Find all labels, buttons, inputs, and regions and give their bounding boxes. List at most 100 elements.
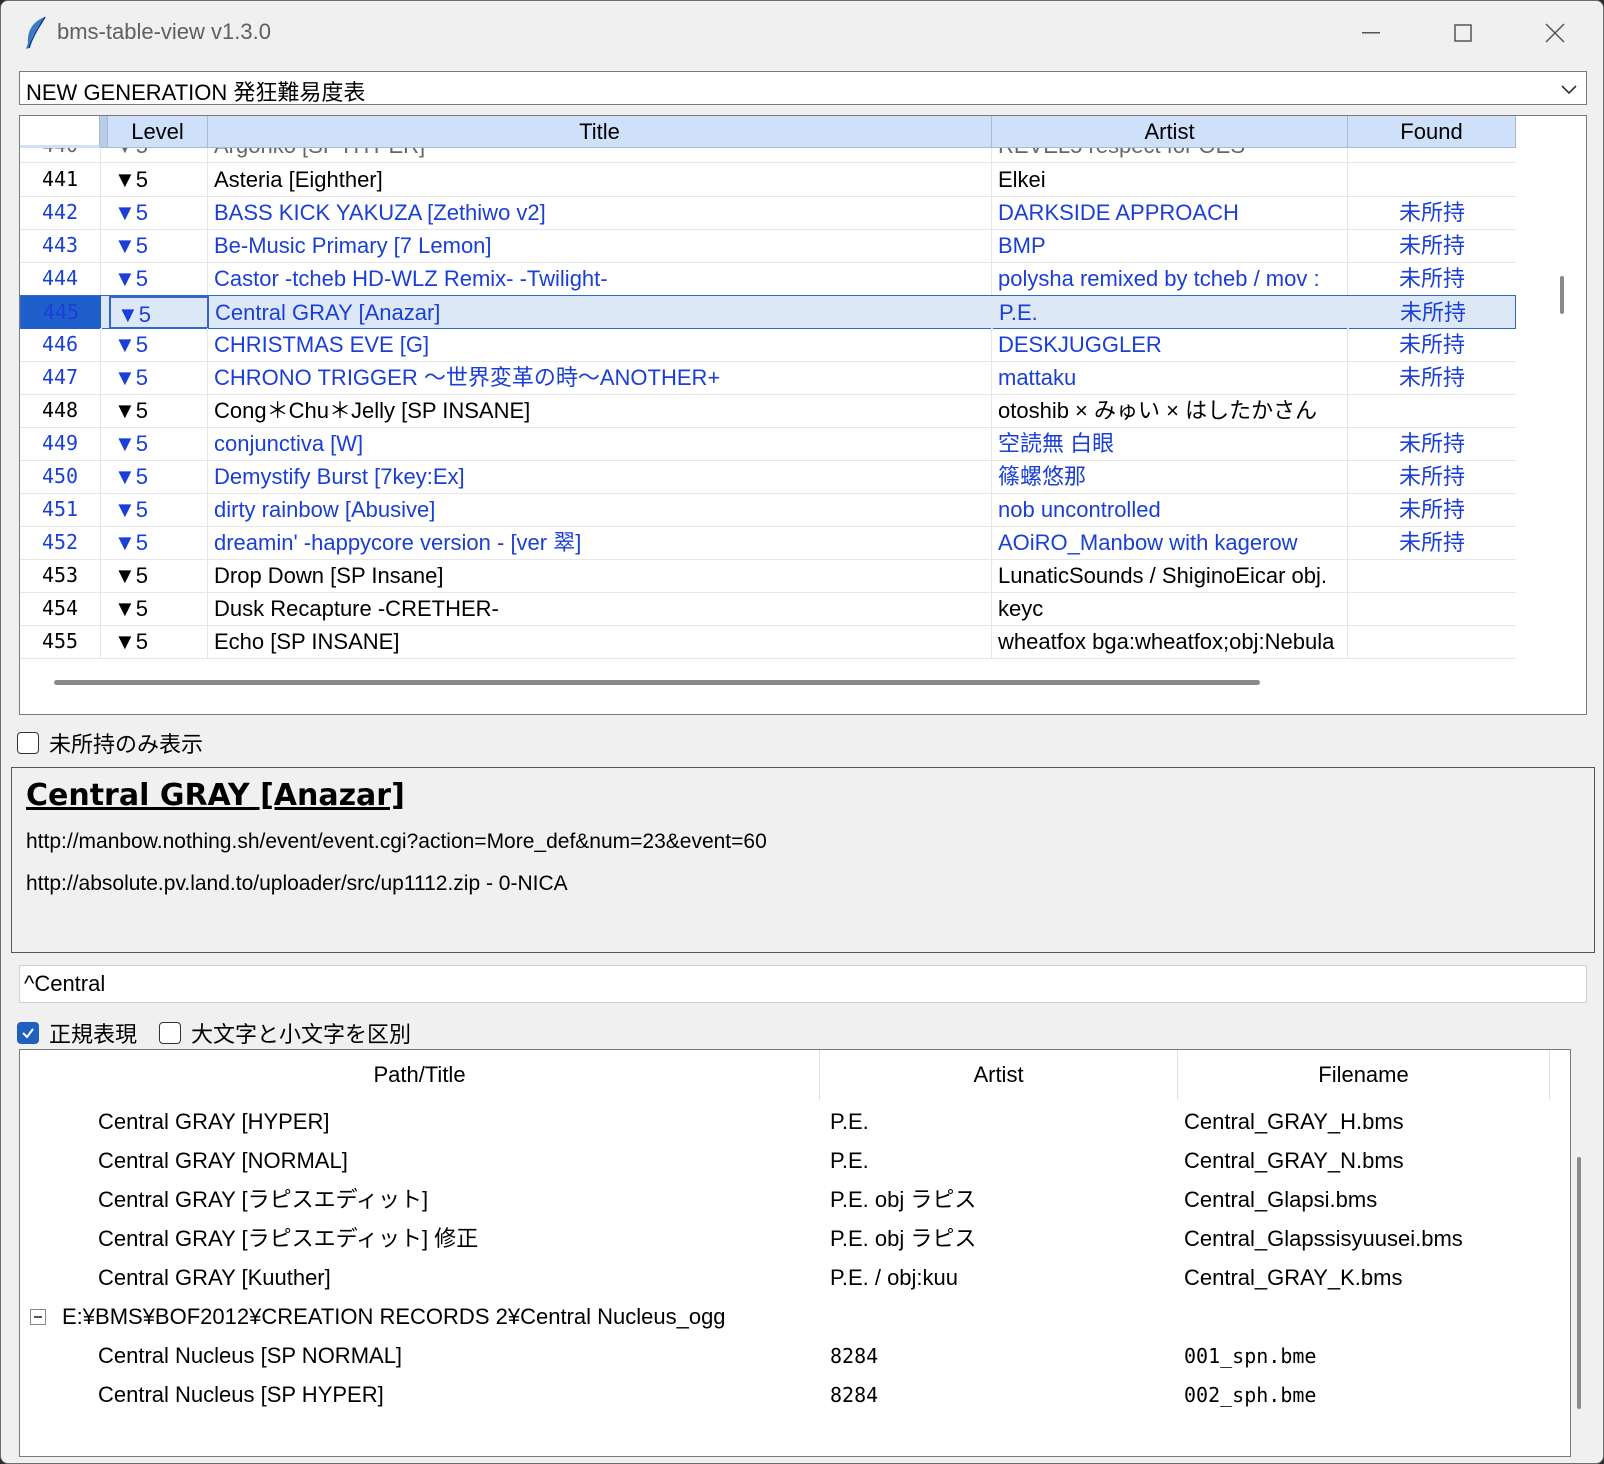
header-title[interactable]: Title [208, 116, 992, 148]
collapse-icon[interactable] [30, 1309, 46, 1325]
table-row-selected[interactable]: 445 ▼5 Central GRAY [Anazar] P.E. 未所持 [20, 295, 1516, 329]
tree-folder-row[interactable]: E:¥BMS¥BOF2012¥CREATION RECORDS 2¥Centra… [20, 1297, 1550, 1337]
row-num: 443 [20, 229, 101, 262]
difficulty-table[interactable]: Level Title Artist Found 440 ▼5 Argonko … [19, 115, 1587, 715]
row-num: 454 [20, 592, 101, 625]
tree-item-row[interactable]: Central GRAY [ラピスエディット] 修正 P.E. obj ラピス Ce… [20, 1219, 1550, 1259]
table-row[interactable]: 443 ▼5 Be-Music Primary [7 Lemon] BMP 未所持 [20, 229, 1516, 263]
table-row[interactable]: 440 ▼5 Argonko [SP HYPER] REVEL5 respect… [20, 148, 1516, 163]
row-artist: keyc [992, 592, 1348, 625]
header-filename[interactable]: Filename [1178, 1050, 1550, 1100]
row-level: ▼5 [108, 328, 208, 361]
table-row[interactable]: 450 ▼5 Demystify Burst [7key:Ex] 篠螺悠那 未所持 [20, 460, 1516, 494]
header-level[interactable]: Level [108, 116, 208, 148]
row-level: ▼5 [108, 229, 208, 262]
row-artist: REVEL5 respect for OES [992, 148, 1348, 162]
table-select[interactable]: NEW GENERATION 発狂難易度表 [19, 71, 1587, 105]
unowned-only-toggle[interactable]: 未所持のみ表示 [17, 727, 203, 759]
row-level: ▼5 [108, 592, 208, 625]
regex-checkbox[interactable] [17, 1022, 39, 1044]
row-found: 未所持 [1348, 526, 1516, 559]
header-path-title[interactable]: Path/Title [20, 1050, 820, 1100]
table-row[interactable]: 453 ▼5 Drop Down [SP Insane] LunaticSounds … [20, 559, 1516, 593]
title-bar[interactable]: bms-table-view v1.3.0 [1, 1, 1603, 65]
row-found: 未所持 [1348, 196, 1516, 229]
unowned-only-checkbox[interactable] [17, 732, 39, 754]
detail-link-2[interactable]: http://absolute.pv.land.to/uploader/src/… [26, 872, 568, 896]
row-title: Argonko [SP HYPER] [208, 148, 992, 162]
row-level: ▼5 [108, 262, 208, 295]
table-select-value: NEW GENERATION 発狂難易度表 [26, 80, 366, 105]
results-tree[interactable]: Path/Title Artist Filename Central GRAY … [19, 1049, 1571, 1457]
tree-row-filename: 001_spn.bme [1184, 1344, 1317, 1368]
row-title: Central GRAY [Anazar] [209, 296, 993, 329]
row-level: ▼5 [108, 394, 208, 427]
search-field[interactable] [19, 965, 1587, 1003]
row-level: ▼5 [108, 148, 208, 162]
row-num: 448 [20, 394, 101, 427]
table-row[interactable]: 446 ▼5 CHRISTMAS EVE [G] DESKJUGGLER 未所持 [20, 328, 1516, 362]
row-found: 未所持 [1348, 328, 1516, 361]
table-row[interactable]: 449 ▼5 conjunctiva [W] 空読無 白眼 未所持 [20, 427, 1516, 461]
case-sensitive-toggle[interactable]: 大文字と小文字を区別 [159, 1017, 411, 1049]
row-level: ▼5 [108, 460, 208, 493]
tree-item-row[interactable]: Central Nucleus [SP HYPER] 8284 002_sph.bm… [20, 1375, 1550, 1415]
header-artist[interactable]: Artist [820, 1050, 1178, 1100]
results-header: Path/Title Artist Filename [20, 1050, 1550, 1100]
row-level: ▼5 [108, 526, 208, 559]
close-button[interactable] [1515, 9, 1595, 57]
tree-row-title: Central GRAY [NORMAL] [98, 1148, 348, 1173]
horizontal-scrollbar[interactable] [54, 680, 1260, 685]
table-row[interactable]: 441 ▼5 Asteria [Eighther] Elkei [20, 163, 1516, 197]
header-artist[interactable]: Artist [992, 116, 1348, 148]
row-found: 未所持 [1348, 262, 1516, 295]
row-artist: P.E. [993, 296, 1349, 329]
row-found [1348, 592, 1516, 625]
table-row[interactable]: 447 ▼5 CHRONO TRIGGER ～世界変革の時～ANOTHER+ matt… [20, 361, 1516, 395]
tree-item-row[interactable]: Central GRAY [ラピスエディット] P.E. obj ラピス Centr… [20, 1180, 1550, 1220]
close-icon [1545, 23, 1565, 43]
tree-item-row[interactable]: Central GRAY [NORMAL] P.E. Central_GRAY_N.… [20, 1141, 1550, 1181]
row-num: 450 [20, 460, 101, 493]
tree-row-artist: P.E. [830, 1109, 869, 1134]
row-num: 449 [20, 427, 101, 460]
row-title: dirty rainbow [Abusive] [208, 493, 992, 526]
window-title: bms-table-view v1.3.0 [57, 19, 271, 44]
row-level: ▼5 [109, 296, 209, 329]
header-num[interactable] [20, 116, 100, 148]
tree-row-title: Central GRAY [Kuuther] [98, 1265, 331, 1290]
table-row-partial[interactable] [20, 658, 1516, 674]
table-row[interactable]: 454 ▼5 Dusk Recapture -CRETHER-keyc [20, 592, 1516, 626]
chevron-down-icon [1561, 85, 1577, 95]
regex-toggle[interactable]: 正規表現 [17, 1017, 137, 1049]
row-num: 452 [20, 526, 101, 559]
tree-row-filename: Central_GRAY_N.bms [1184, 1148, 1404, 1173]
header-found[interactable]: Found [1348, 116, 1516, 148]
table-row[interactable]: 442 ▼5 BASS KICK YAKUZA [Zethiwo v2] DARKSI… [20, 196, 1516, 230]
row-found [1348, 148, 1516, 162]
table-row[interactable]: 444 ▼5 Castor -tcheb HD-WLZ Remix- -Twilig… [20, 262, 1516, 296]
detail-link-1[interactable]: http://manbow.nothing.sh/event/event.cgi… [26, 830, 767, 854]
table-row[interactable]: 455 ▼5 Echo [SP INSANE] wheatfox bga:wheatf… [20, 625, 1516, 659]
tree-row-artist: P.E. / obj:kuu [830, 1265, 959, 1290]
tree-item-row[interactable]: Central Nucleus [SP NORMAL] 8284 001_spn.b… [20, 1336, 1550, 1376]
checkmark-icon [22, 1028, 34, 1039]
tree-row-artist: 8284 [830, 1383, 879, 1407]
table-row[interactable]: 451 ▼5 dirty rainbow [Abusive] nob uncontro… [20, 493, 1516, 527]
tree-item-row[interactable]: Central GRAY [Kuuther] P.E. / obj:kuu Cent… [20, 1258, 1550, 1298]
row-num: 453 [20, 559, 101, 592]
minimize-button[interactable] [1331, 9, 1411, 57]
table-row[interactable]: 448 ▼5 Cong＊Chu＊Jelly [SP INSANE] otoshib ×… [20, 394, 1516, 428]
search-input[interactable] [20, 966, 1586, 1002]
row-title: Asteria [Eighther] [208, 163, 992, 196]
row-num: 451 [20, 493, 101, 526]
vertical-scrollbar[interactable] [1560, 276, 1564, 314]
row-level: ▼5 [108, 427, 208, 460]
tree-item-row[interactable]: Central GRAY [HYPER] P.E. Central_GRAY_H.b… [20, 1102, 1550, 1142]
row-title: Echo [SP INSANE] [208, 625, 992, 658]
maximize-button[interactable] [1423, 9, 1503, 57]
case-sensitive-checkbox[interactable] [159, 1022, 181, 1044]
table-row[interactable]: 452 ▼5 dreamin' -happycore version - [ver … [20, 526, 1516, 560]
row-level: ▼5 [108, 625, 208, 658]
results-scrollbar[interactable] [1577, 1157, 1581, 1409]
